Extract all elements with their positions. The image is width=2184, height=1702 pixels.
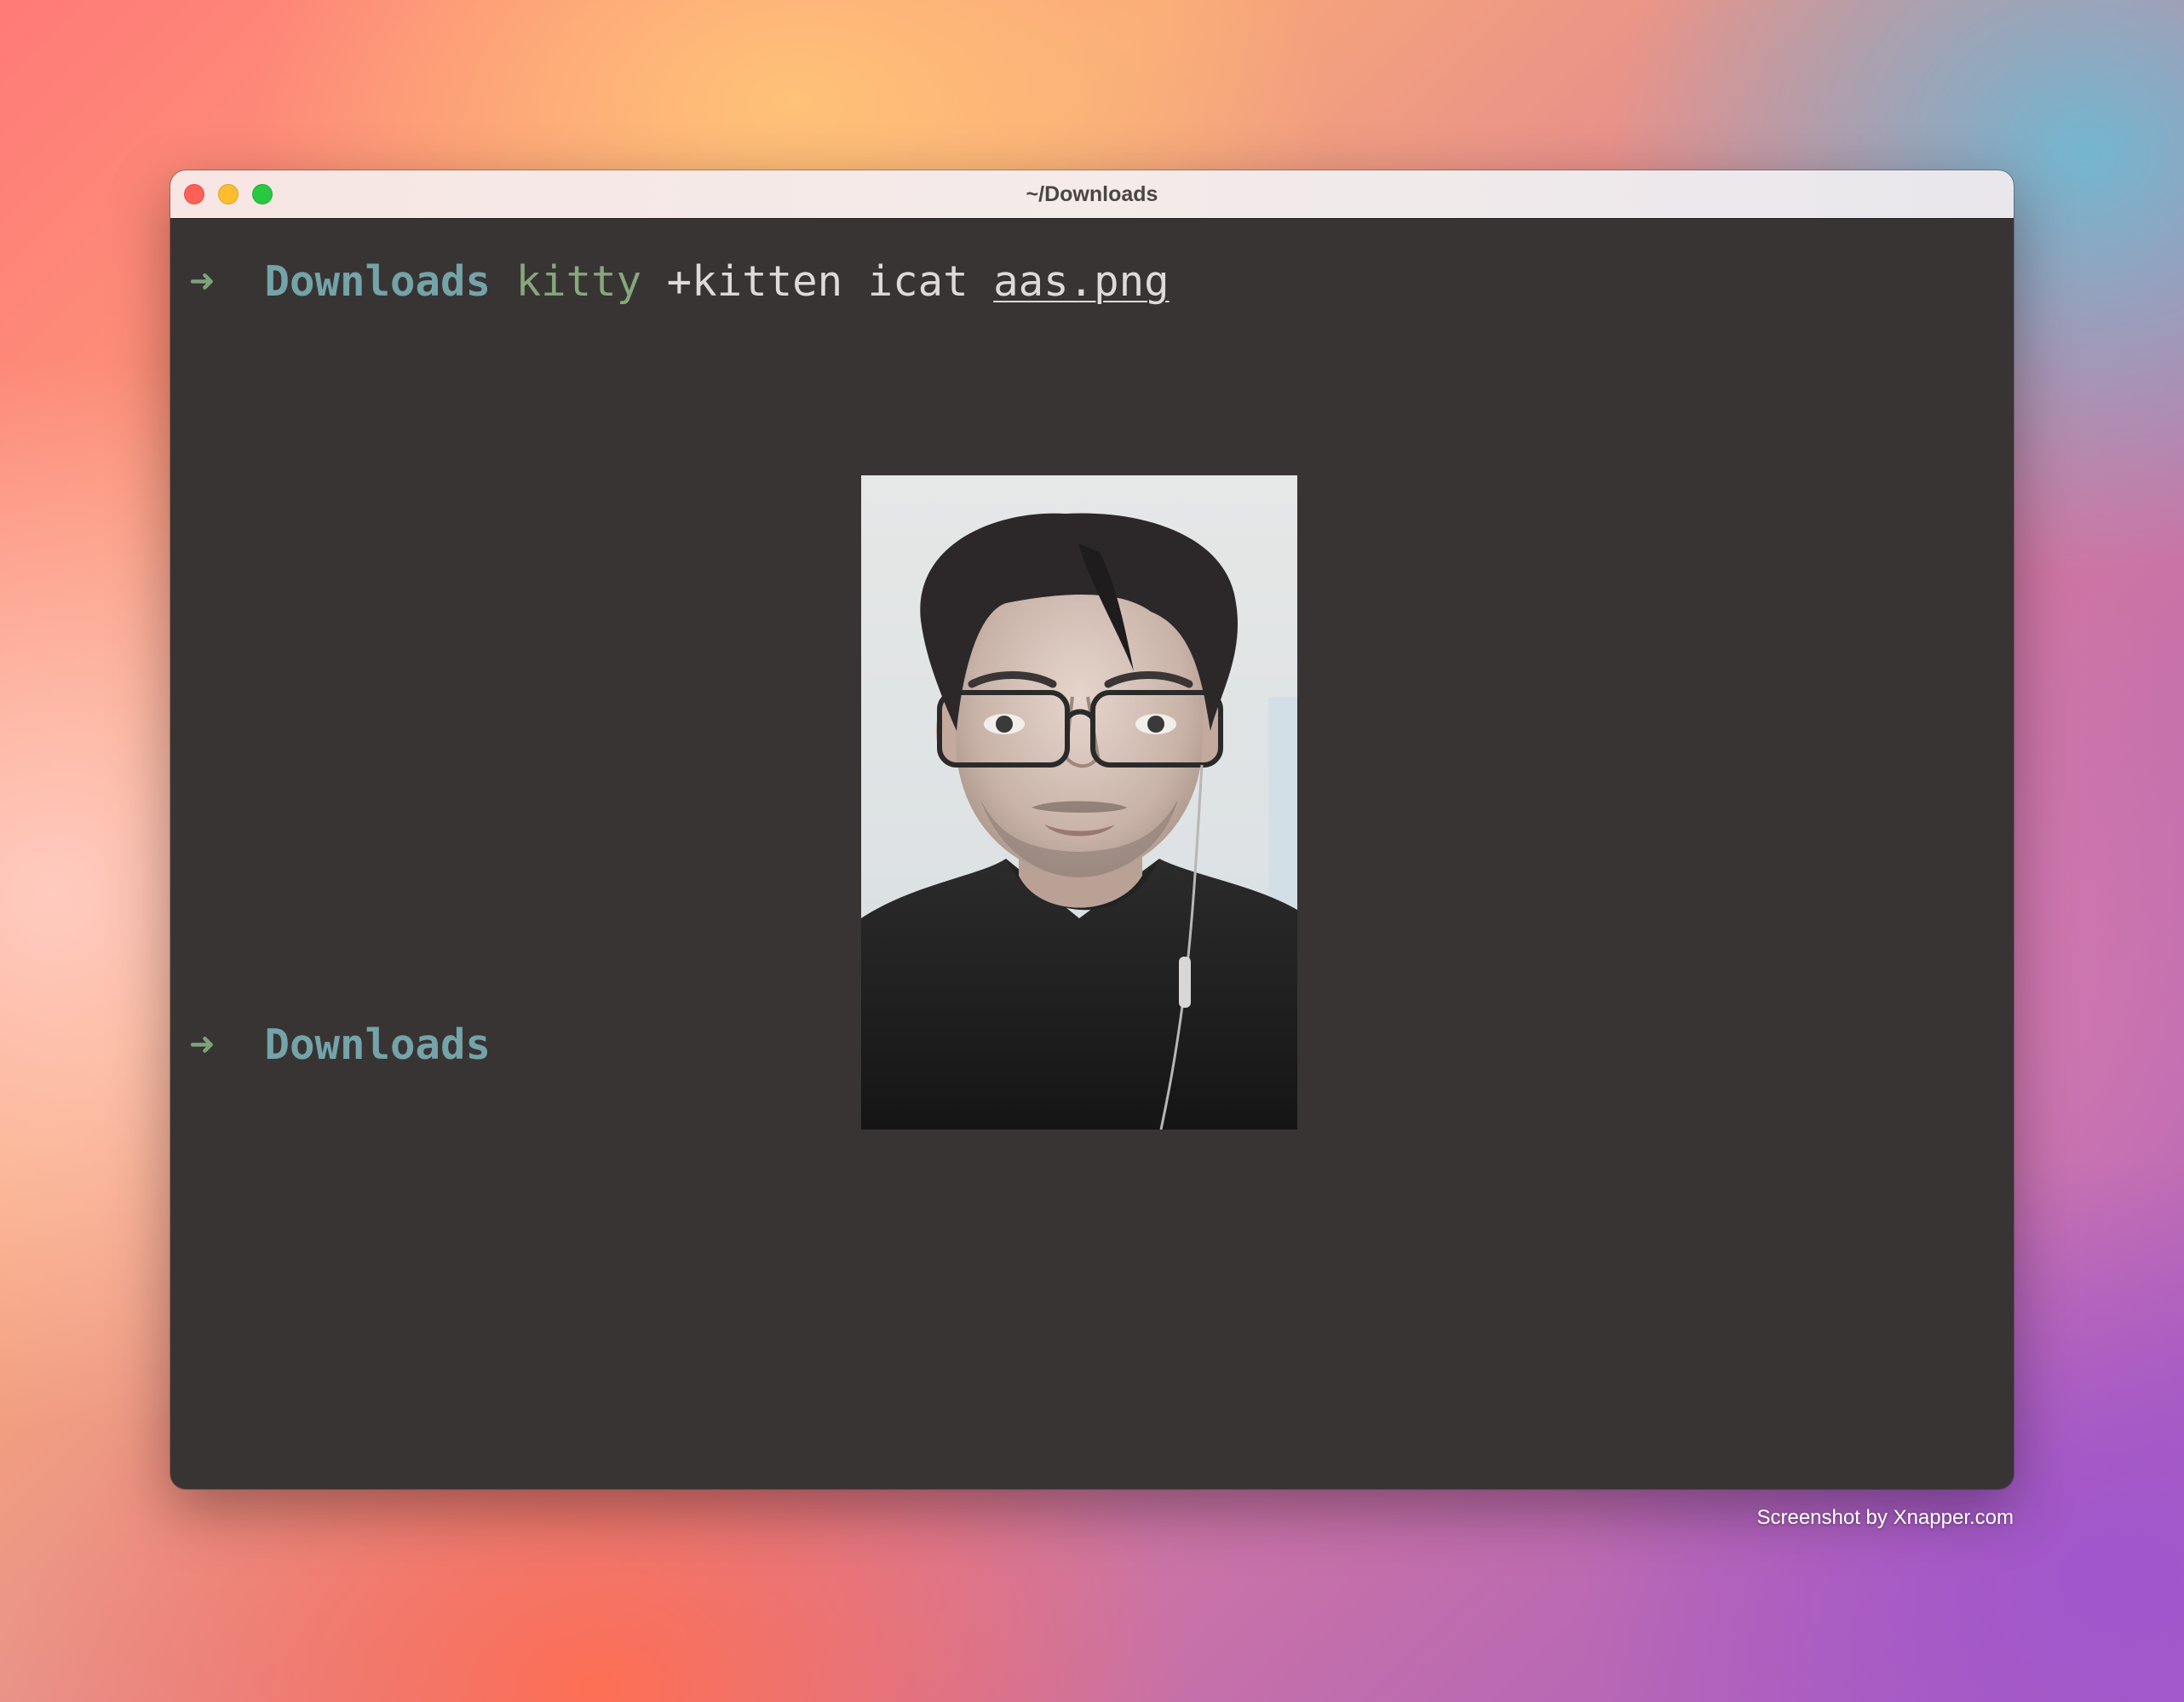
displayed-portrait-image <box>861 475 1297 1130</box>
prompt-directory: Downloads <box>264 257 491 306</box>
window-title: ~/Downloads <box>1026 182 1158 206</box>
title-bar[interactable]: ~/Downloads <box>170 170 2014 219</box>
terminal-content[interactable]: ➜ Downloads kitty +kitten icat aas.png ➜… <box>170 219 2014 1489</box>
prompt-directory: Downloads <box>264 1021 491 1069</box>
prompt-arrow-icon: ➜ <box>189 257 215 306</box>
file-path-link[interactable]: aas.png <box>993 257 1170 306</box>
command-args: +kitten icat <box>666 257 968 306</box>
prompt-arrow-icon: ➜ <box>189 1021 215 1069</box>
terminal-line: ➜ Downloads kitty +kitten icat aas.png <box>189 256 1170 308</box>
screenshot-credit: Screenshot by Xnapper.com <box>1756 1506 2014 1529</box>
terminal-window: ~/Downloads ➜ Downloads kitty +kitten ic… <box>170 170 2014 1489</box>
command-name: kitty <box>515 257 642 306</box>
terminal-line: ➜ Downloads <box>189 1020 491 1071</box>
